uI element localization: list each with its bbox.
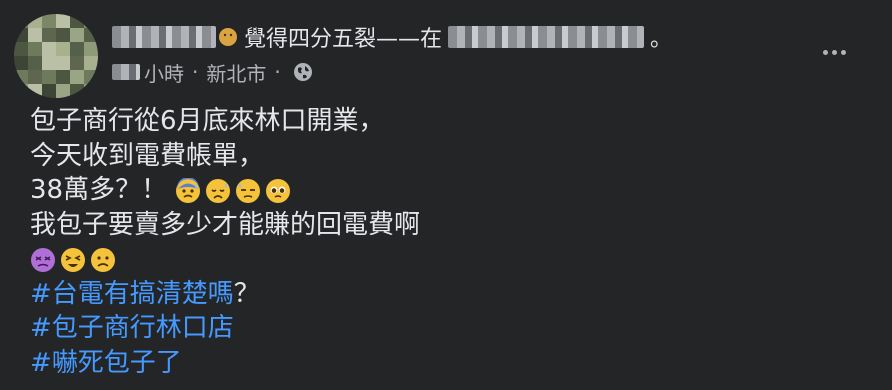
- avatar-pixel: [84, 56, 98, 70]
- avatar-pixel: [84, 70, 98, 84]
- avatar-pixel: [56, 70, 70, 84]
- avatar-pixel: [28, 14, 42, 28]
- avatar-pixel: [56, 56, 70, 70]
- avatar-pixel: [84, 84, 98, 98]
- hashtag-link[interactable]: #台電有搞清楚嗎: [30, 279, 234, 309]
- avatar-pixel: [28, 70, 42, 84]
- downcast-sweat-face-icon: [236, 178, 261, 203]
- location-name-redacted[interactable]: [448, 26, 645, 48]
- globe-icon[interactable]: [293, 62, 313, 82]
- avatar-pixel: [84, 14, 98, 28]
- post-line-text: ？: [233, 278, 260, 309]
- avatar-pixel: [28, 28, 42, 42]
- post-meta: 小時 · 新北市 ·: [112, 58, 313, 86]
- post-line-text: 今天收到電費帳單，: [30, 140, 265, 171]
- emoji-group: [175, 177, 291, 204]
- more-dot-icon: [831, 49, 837, 55]
- avatar-pixel: [14, 28, 28, 42]
- emoji-group: [30, 247, 116, 273]
- pleading-face-icon: [266, 178, 291, 203]
- tired-face-icon: [61, 247, 85, 272]
- facebook-post: 覺得四分五裂——在 。 小時 · 新北市 · 包子商行從6月底來林口開業， 今天…: [0, 0, 892, 390]
- dizzy-purple-face-icon: [31, 247, 55, 272]
- avatar-pixel: [70, 84, 84, 98]
- avatar-pixel: [56, 84, 70, 98]
- avatar-pixel: [28, 42, 42, 56]
- avatar-pixel: [42, 28, 56, 42]
- post-location[interactable]: 新北市: [206, 58, 266, 87]
- post-line: #台電有搞清楚嗎？: [30, 277, 870, 312]
- avatar-pixel: [14, 42, 28, 56]
- feeling-emoji-icon: [218, 27, 238, 47]
- post-line: #嚇死包子了: [30, 346, 870, 381]
- end-punctuation: 。: [650, 27, 673, 52]
- post-line: 38萬多？！: [30, 173, 870, 208]
- avatar-pixel: [14, 70, 28, 84]
- avatar-pixel: [42, 84, 56, 98]
- avatar-pixel: [42, 14, 56, 28]
- avatar-pixel: [42, 56, 56, 70]
- avatar-pixel: [56, 28, 70, 42]
- avatar[interactable]: [14, 14, 98, 98]
- hashtag-link[interactable]: #嚇死包子了: [30, 348, 182, 378]
- avatar-pixel: [28, 56, 42, 70]
- meta-separator: ·: [192, 60, 199, 84]
- anxious-sweat-face-icon: [176, 177, 201, 203]
- post-line-text: 我包子要賣多少才能賺的回電費啊: [30, 209, 421, 240]
- hashtag-link[interactable]: #包子商行林口店: [30, 313, 234, 343]
- feeling-action-text: 覺得四分五裂——在: [244, 27, 443, 52]
- post-header: 覺得四分五裂——在 。: [112, 20, 672, 54]
- post-line: [30, 242, 870, 277]
- post-line: #包子商行林口店: [30, 311, 870, 346]
- avatar-pixel: [56, 42, 70, 56]
- avatar-pixel: [70, 28, 84, 42]
- author-name-redacted[interactable]: [112, 26, 216, 48]
- avatar-pixel: [84, 42, 98, 56]
- avatar-pixel: [14, 14, 28, 28]
- avatar-pixel: [70, 56, 84, 70]
- post-line-text: 38萬多？！: [30, 175, 168, 205]
- more-dot-icon: [840, 49, 846, 55]
- post-body: 包子商行從6月底來林口開業， 今天收到電費帳單， 38萬多？！ 我包子要賣多少才…: [30, 104, 870, 380]
- post-line-text: 包子商行從6月底來林口開業，: [30, 106, 385, 136]
- avatar-pixel: [70, 14, 84, 28]
- avatar-pixel: [56, 14, 70, 28]
- timestamp-number-redacted: [112, 64, 140, 80]
- avatar-pixel: [70, 70, 84, 84]
- avatar-pixel: [84, 28, 98, 42]
- post-line: 包子商行從6月底來林口開業，: [30, 104, 870, 139]
- timestamp-unit[interactable]: 小時: [144, 58, 184, 87]
- avatar-pixel: [42, 42, 56, 56]
- avatar-pixel: [28, 84, 42, 98]
- post-line: 我包子要賣多少才能賺的回電費啊: [30, 208, 870, 243]
- post-line: 今天收到電費帳單，: [30, 139, 870, 174]
- frowning-face-icon: [91, 247, 115, 272]
- avatar-pixel: [14, 56, 28, 70]
- avatar-pixel: [42, 70, 56, 84]
- more-options-button[interactable]: [812, 40, 856, 64]
- sad-relieved-face-icon: [206, 178, 231, 203]
- avatar-pixel: [14, 84, 28, 98]
- avatar-pixel: [70, 42, 84, 56]
- meta-separator-2: ·: [274, 60, 281, 84]
- more-dot-icon: [822, 49, 828, 55]
